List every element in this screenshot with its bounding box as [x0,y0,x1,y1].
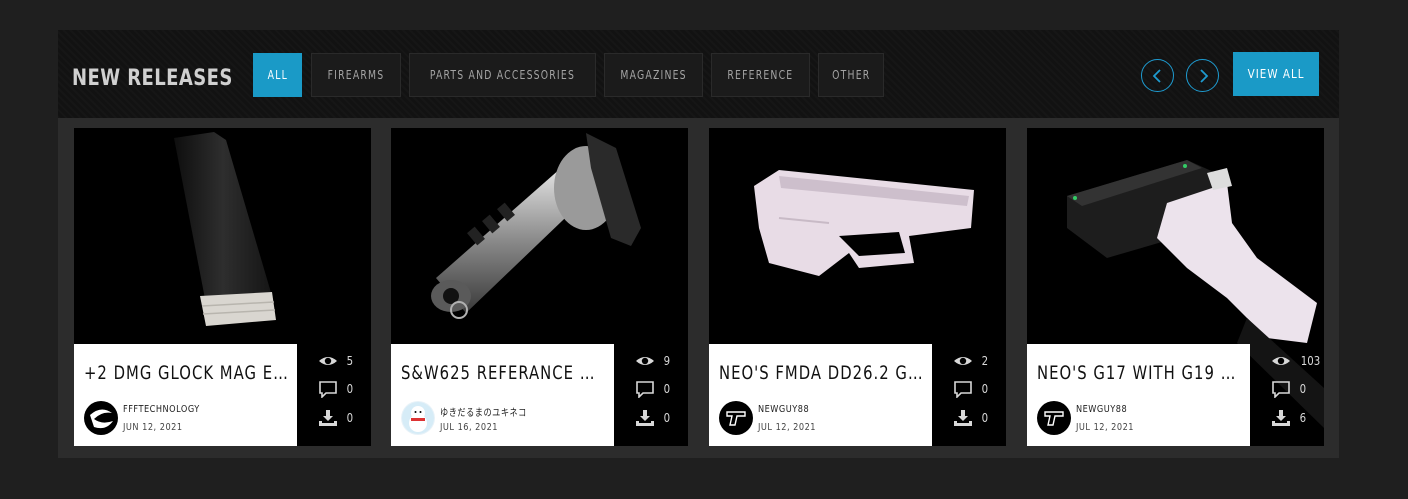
card-info: NEO'S FMDA DD26.2 GRI… NEWGUY88 JUL 12, … [709,344,932,446]
avatar[interactable] [84,401,118,435]
section-title: NEW RELEASES [72,66,233,91]
eye-icon [636,357,654,365]
views-stat: 5 [318,352,354,370]
download-icon [954,410,972,426]
release-card[interactable]: +2 DMG GLOCK MAG EX… FFFTECHNOLOGY JUN 1… [74,128,371,446]
avatar[interactable] [1037,401,1071,435]
user-logo-icon [85,402,117,434]
downloads-stat: 6 [1271,409,1307,427]
comment-icon [1272,381,1290,398]
downloads-stat: 0 [635,409,671,427]
avatar[interactable] [719,401,753,435]
views-stat: 2 [953,352,989,370]
tab-all[interactable]: ALL [253,53,302,97]
username[interactable]: ゆきだるまのユキネコ [440,404,527,419]
view-all-button[interactable]: VIEW ALL [1233,52,1319,96]
eye-icon [1272,357,1290,365]
card-info: S&W625 REFERANCE M… ゆきだるまのユキネコ JUL 16, 2… [391,344,614,446]
views-stat: 103 [1271,352,1322,370]
comment-icon [319,381,337,398]
prev-button[interactable] [1141,59,1174,92]
card-title[interactable]: +2 DMG GLOCK MAG EX… [84,361,288,385]
pistol-avatar-icon [720,402,752,434]
section-header: NEW RELEASES ALL FIREARMS PARTS AND ACCE… [58,30,1339,118]
tab-reference[interactable]: REFERENCE [711,53,810,97]
chevron-left-icon [1152,68,1161,83]
comments-stat: 0 [318,380,354,398]
comments-stat: 0 [1271,380,1307,398]
release-card[interactable]: NEO'S G17 WITH G19 GR… NEWGUY88 JUL 12, … [1027,128,1324,446]
download-icon [636,410,654,426]
eye-icon [319,357,337,365]
comment-icon [636,381,654,398]
comment-icon [954,381,972,398]
card-title[interactable]: NEO'S G17 WITH G19 GR… [1037,361,1241,385]
downloads-stat: 0 [318,409,354,427]
avatar[interactable] [401,401,435,435]
release-card[interactable]: S&W625 REFERANCE M… ゆきだるまのユキネコ JUL 16, 2… [391,128,688,446]
download-icon [1272,410,1290,426]
downloads-stat: 0 [953,409,989,427]
chevron-right-icon [1199,68,1208,83]
release-date: JUL 12, 2021 [1076,422,1135,433]
card-title[interactable]: S&W625 REFERANCE M… [401,361,605,385]
username[interactable]: NEWGUY88 [758,404,809,415]
snowman-cat-avatar-icon [402,402,434,434]
username[interactable]: NEWGUY88 [1076,404,1127,415]
next-button[interactable] [1186,59,1219,92]
card-title[interactable]: NEO'S FMDA DD26.2 GRI… [719,361,923,385]
release-date: JUL 16, 2021 [440,422,499,433]
download-icon [319,410,337,426]
tab-other[interactable]: OTHER [818,53,884,97]
tab-firearms[interactable]: FIREARMS [311,53,401,97]
new-releases-panel: NEW RELEASES ALL FIREARMS PARTS AND ACCE… [58,30,1339,458]
tab-magazines[interactable]: MAGAZINES [604,53,703,97]
eye-icon [954,357,972,365]
release-card[interactable]: NEO'S FMDA DD26.2 GRI… NEWGUY88 JUL 12, … [709,128,1006,446]
release-date: JUL 12, 2021 [758,422,817,433]
card-info: NEO'S G17 WITH G19 GR… NEWGUY88 JUL 12, … [1027,344,1250,446]
card-info: +2 DMG GLOCK MAG EX… FFFTECHNOLOGY JUN 1… [74,344,297,446]
tab-parts-and-accessories[interactable]: PARTS AND ACCESSORIES [409,53,596,97]
release-date: JUN 12, 2021 [123,422,183,433]
pistol-avatar-icon [1038,402,1070,434]
comments-stat: 0 [953,380,989,398]
comments-stat: 0 [635,380,671,398]
username[interactable]: FFFTECHNOLOGY [123,404,200,415]
views-stat: 9 [635,352,671,370]
